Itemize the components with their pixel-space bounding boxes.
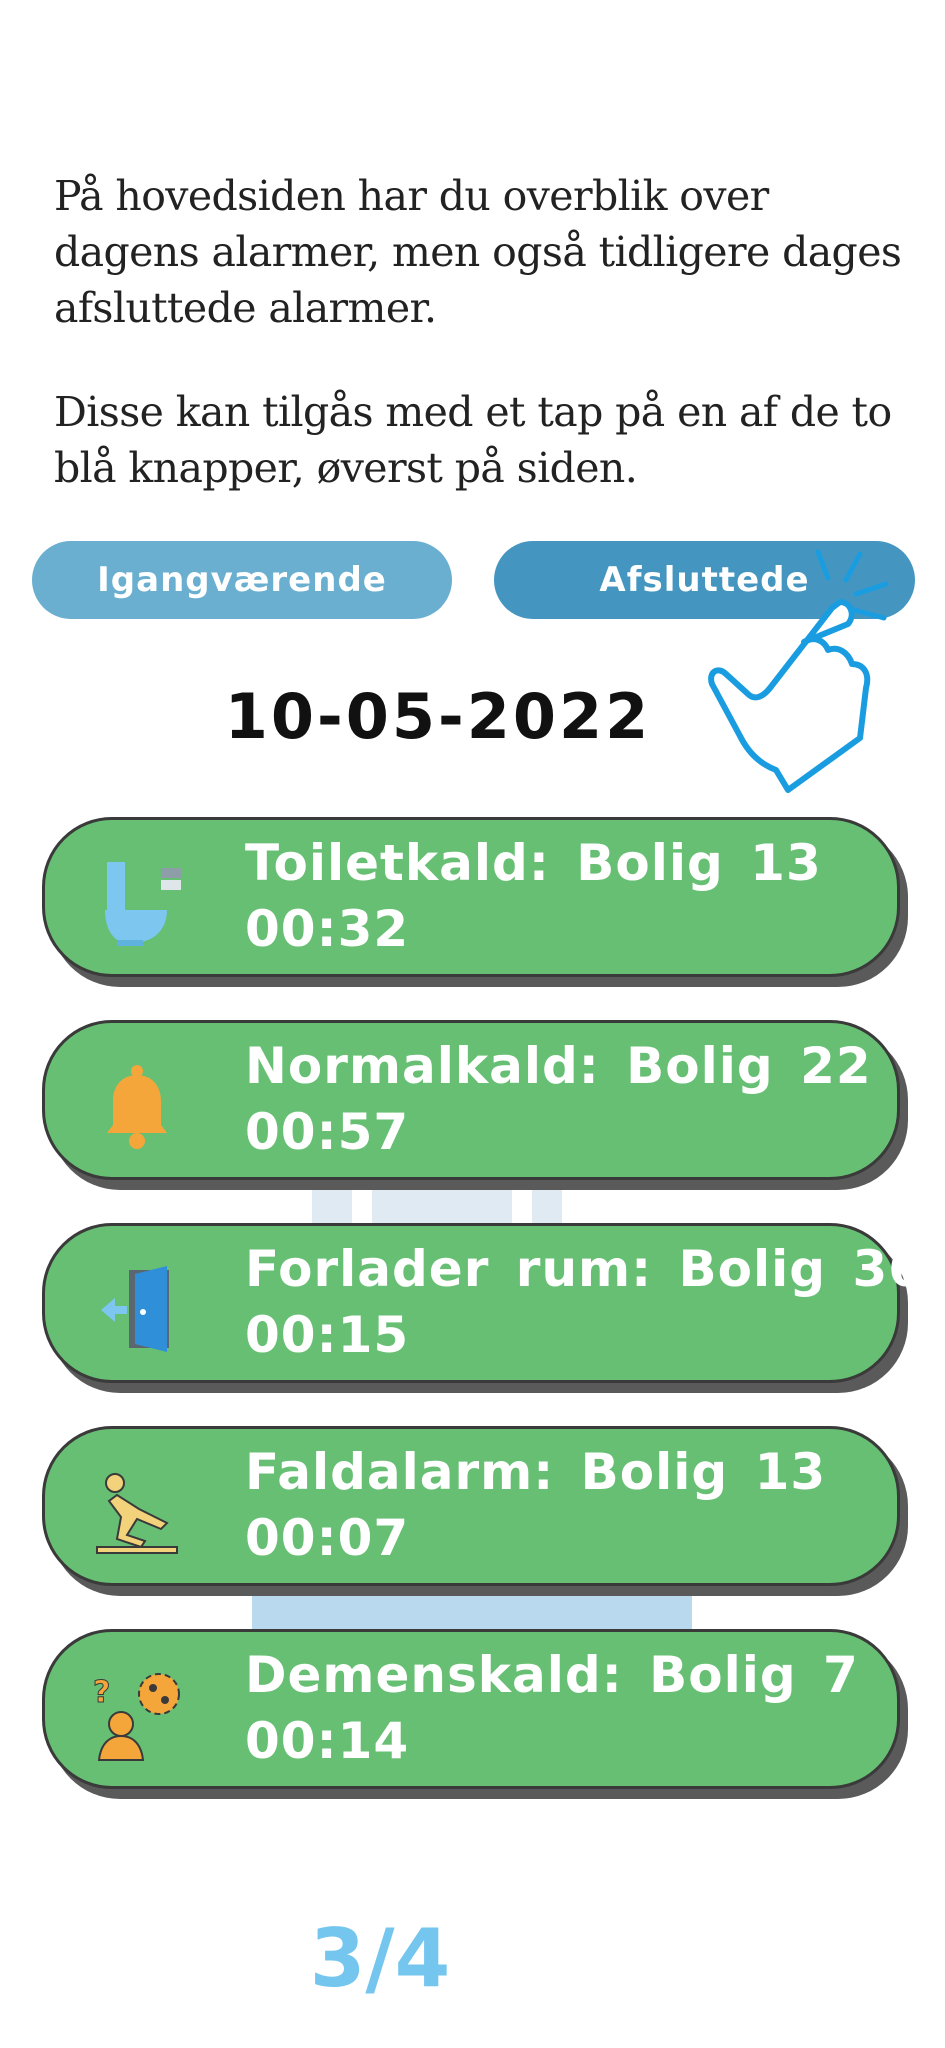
svg-text:?: ? [93,1675,110,1710]
alarm-time: 00:15 [245,1306,410,1364]
alarm-title: Faldalarm: Bolig 13 [245,1443,827,1501]
alarm-title: Toiletkald: Bolig 13 [245,834,822,892]
exit-door-icon [101,1266,169,1352]
intro-paragraph-1: På hovedsiden har du overblik over dagen… [54,172,902,332]
alarm-time: 00:14 [245,1712,410,1770]
toilet-icon [105,862,181,946]
alarm-item-toilet[interactable]: Toiletkald: Bolig 13 00:32 [42,817,900,977]
bell-icon [107,1065,167,1149]
alarm-time: 00:57 [245,1103,410,1161]
alarm-item-fall[interactable]: Faldalarm: Bolig 13 00:07 [42,1426,900,1586]
alarm-title: Forlader rum: Bolig 36 [245,1240,925,1298]
page-indicator: 3/4 [309,1912,451,2005]
alarm-time: 00:32 [245,900,410,958]
alarm-item-normal[interactable]: Normalkald: Bolig 22 00:57 [42,1020,900,1180]
dementia-icon: ? [93,1673,180,1761]
intro-text: På hovedsiden har du overblik over dagen… [54,168,924,496]
alarm-time: 00:07 [245,1509,410,1567]
ongoing-tab-button[interactable]: Igangværende [32,541,452,619]
alarm-title: Normalkald: Bolig 22 [245,1037,872,1095]
alarm-item-leaving-room[interactable]: Forlader rum: Bolig 36 00:15 [42,1223,923,1383]
alarm-title: Demenskald: Bolig 7 [245,1646,859,1704]
date-heading: 10-05-2022 [224,680,652,753]
alarm-item-dementia[interactable]: ? Demenskald: Bolig 7 00:14 [42,1629,900,1789]
tap-hand-icon [708,549,889,793]
intro-paragraph-2: Disse kan tilgås med et tap på en af de … [54,388,892,492]
fall-icon [96,1473,178,1554]
